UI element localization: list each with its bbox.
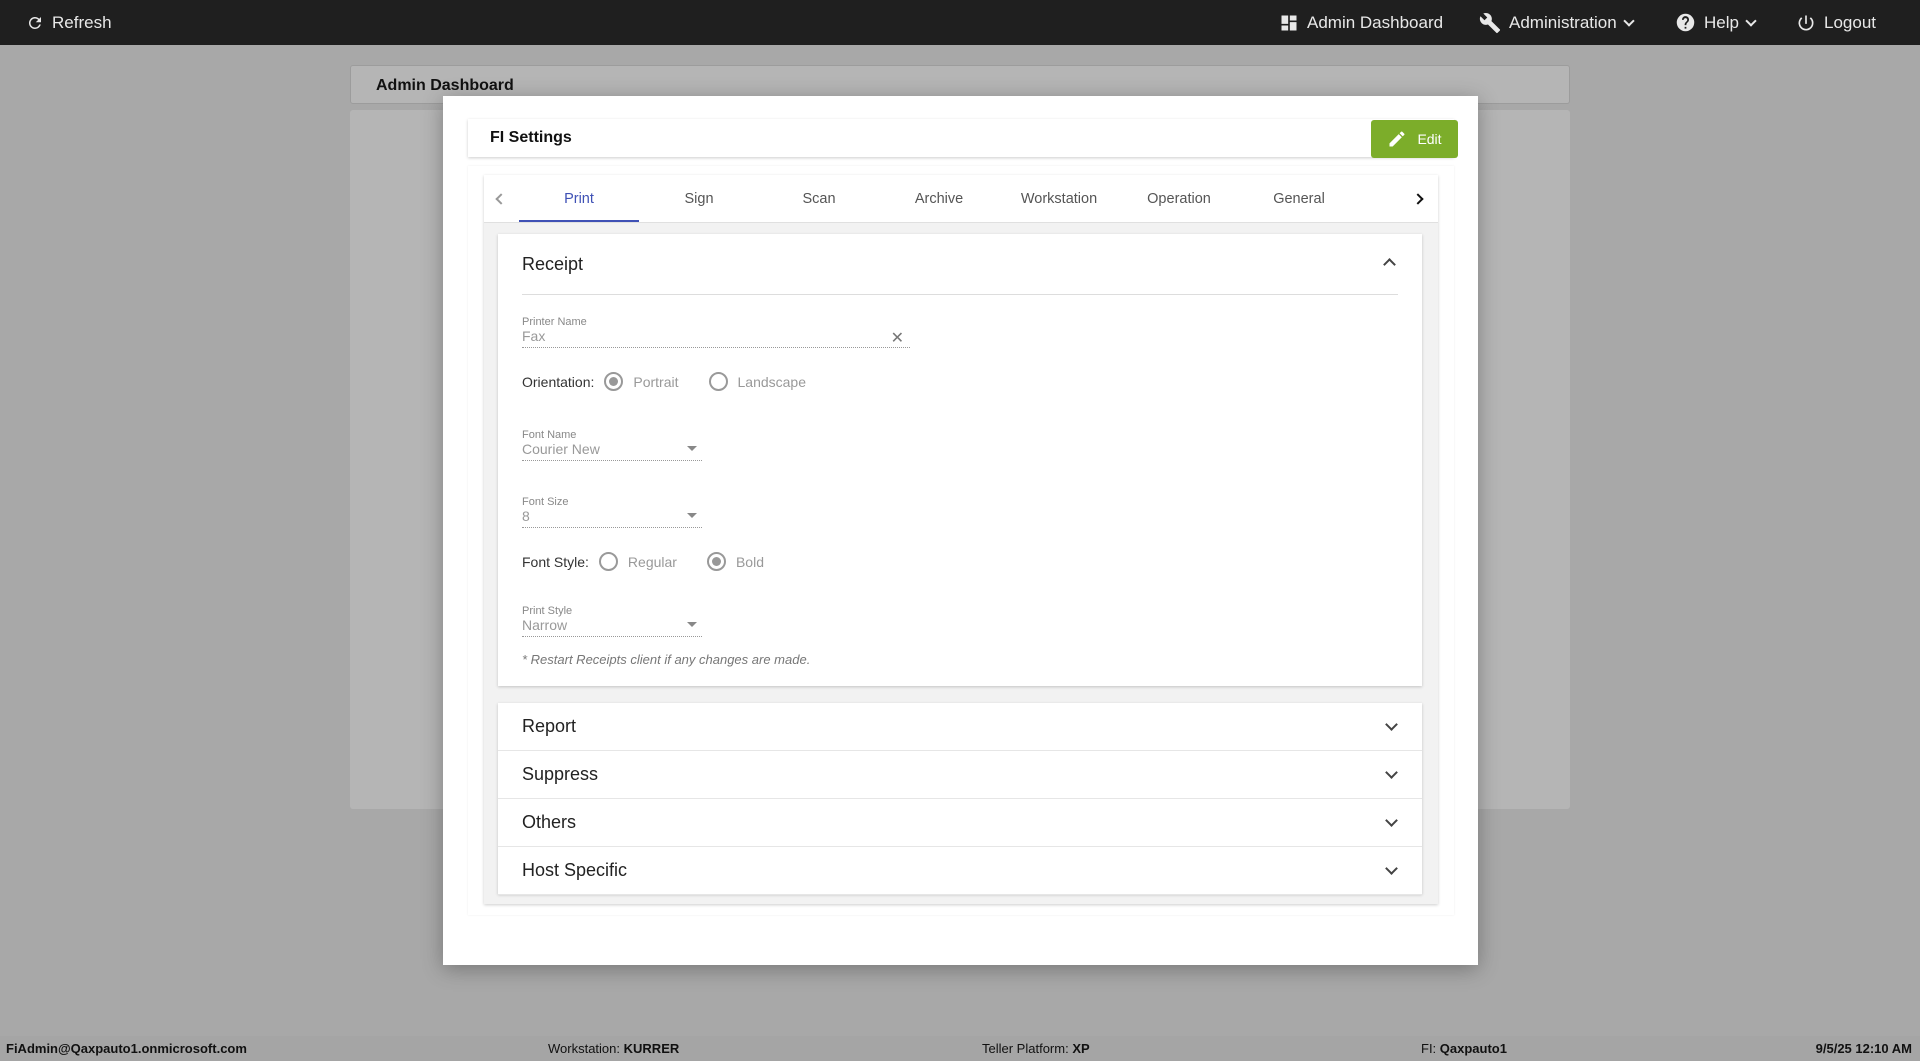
tab-print[interactable]: Print	[519, 175, 639, 222]
tab-workstation[interactable]: Workstation	[999, 175, 1119, 222]
tab-scroll-left-icon[interactable]	[495, 193, 507, 205]
dashboard-icon	[1281, 15, 1297, 30]
fi-label: FI:	[1421, 1041, 1437, 1056]
printer-name-field[interactable]: Printer Name Fax ✕	[522, 316, 910, 348]
print-style-value: Narrow	[522, 617, 568, 633]
section-report[interactable]: Report	[498, 703, 1422, 751]
font-size-value: 8	[522, 508, 530, 524]
platform-label: Teller Platform:	[982, 1041, 1069, 1056]
receipt-panel: Receipt Printer Name Fax ✕ Orientation: …	[498, 234, 1422, 686]
help-label: Help	[1704, 12, 1739, 32]
dropdown-arrow-icon	[687, 513, 697, 518]
tab-scan[interactable]: Scan	[759, 175, 879, 222]
tab-general[interactable]: General	[1239, 175, 1359, 222]
section-suppress[interactable]: Suppress	[498, 751, 1422, 799]
workstation-value: KURRER	[623, 1041, 680, 1056]
font-style-label: Font Style:	[522, 553, 589, 570]
regular-label: Regular	[627, 553, 677, 570]
section-others[interactable]: Others	[498, 799, 1422, 847]
top-nav-bar: Refresh Admin Dashboard Administration H…	[0, 0, 1920, 45]
fi-info: FI: Qaxpauto1	[1421, 1041, 1507, 1056]
bold-label: Bold	[735, 553, 764, 570]
logout-button[interactable]: Logout	[1796, 0, 1876, 45]
tab-sign[interactable]: Sign	[639, 175, 759, 222]
administration-menu[interactable]: Administration	[1479, 0, 1635, 45]
section-title: Report	[522, 716, 577, 736]
font-size-label: Font Size	[522, 496, 569, 508]
section-title: Host Specific	[522, 860, 628, 880]
fi-settings-header: FI Settings	[468, 119, 1454, 157]
chevron-down-icon	[1385, 766, 1398, 779]
section-title: Suppress	[522, 764, 599, 784]
pencil-icon	[1389, 131, 1405, 147]
administration-label: Administration	[1509, 12, 1617, 32]
portrait-label: Portrait	[633, 373, 679, 390]
orientation-group: Orientation: Portrait Landscape	[522, 372, 806, 391]
restart-note: * Restart Receipts client if any changes…	[522, 652, 811, 667]
regular-radio[interactable]	[598, 552, 618, 571]
divider	[522, 294, 1398, 295]
orientation-label: Orientation:	[522, 373, 595, 390]
landscape-radio[interactable]	[708, 372, 728, 391]
refresh-button[interactable]: Refresh	[26, 0, 112, 45]
tab-archive[interactable]: Archive	[879, 175, 999, 222]
admin-dashboard-link[interactable]: Admin Dashboard	[1279, 0, 1443, 45]
admin-dashboard-label: Admin Dashboard	[1307, 12, 1444, 32]
font-style-group: Font Style: Regular Bold	[522, 552, 764, 571]
landscape-label: Landscape	[737, 373, 807, 390]
refresh-icon	[28, 16, 41, 29]
section-title: Others	[522, 812, 577, 832]
power-icon	[1798, 15, 1814, 31]
logout-label: Logout	[1824, 12, 1876, 32]
font-size-select[interactable]: Font Size 8	[522, 496, 702, 528]
datetime: 9/5/25 12:10 AM	[1815, 1041, 1912, 1056]
chevron-down-icon	[1385, 862, 1398, 875]
workstation-label: Workstation:	[548, 1041, 621, 1056]
workstation-info: Workstation: KURRER	[548, 1041, 679, 1056]
fi-value: Qaxpauto1	[1439, 1041, 1507, 1056]
dialog-title: FI Settings	[490, 129, 572, 146]
chevron-down-icon	[1623, 14, 1635, 27]
dropdown-arrow-icon	[687, 622, 697, 627]
chevron-down-icon	[1385, 718, 1398, 731]
printer-name-value: Fax	[522, 328, 546, 344]
tab-scroll-right-button[interactable]	[1406, 175, 1438, 222]
chevron-down-icon	[1385, 814, 1398, 827]
collapsed-sections: Report Suppress Others Host Specific	[498, 703, 1422, 895]
dropdown-arrow-icon	[687, 446, 697, 451]
platform-info: Teller Platform: XP	[982, 1041, 1090, 1056]
chevron-down-icon	[1745, 14, 1757, 27]
refresh-label: Refresh	[52, 12, 112, 32]
print-style-select[interactable]: Print Style Narrow	[522, 605, 702, 637]
chevron-up-icon[interactable]	[1383, 258, 1396, 271]
chevron-right-icon	[1412, 193, 1424, 205]
font-name-label: Font Name	[522, 429, 577, 441]
section-host-specific[interactable]: Host Specific	[498, 847, 1422, 895]
status-bar: FiAdmin@Qaxpauto1.onmicrosoft.com Workst…	[0, 1036, 1920, 1061]
fi-settings-dialog: FI Settings Edit Print Sign Scan Archive Wor…	[443, 96, 1478, 965]
wrench-icon	[1479, 12, 1501, 33]
clear-icon[interactable]: ✕	[891, 328, 904, 348]
print-style-label: Print Style	[522, 605, 573, 617]
tab-operation[interactable]: Operation	[1119, 175, 1239, 222]
help-menu[interactable]: Help	[1675, 0, 1757, 45]
edit-button[interactable]: Edit	[1371, 120, 1458, 158]
font-name-select[interactable]: Font Name Courier New	[522, 429, 702, 461]
edit-label: Edit	[1417, 131, 1442, 147]
user-email: FiAdmin@Qaxpauto1.onmicrosoft.com	[6, 1041, 247, 1056]
help-icon	[1676, 13, 1695, 32]
platform-value: XP	[1072, 1041, 1090, 1056]
admin-dashboard-title: Admin Dashboard	[376, 77, 514, 94]
bold-radio[interactable]	[706, 552, 726, 571]
tab-bar: Print Sign Scan Archive Workstation Operation…	[484, 175, 1438, 223]
settings-container: Print Sign Scan Archive Workstation Operation…	[468, 166, 1454, 915]
receipt-title[interactable]: Receipt	[522, 254, 583, 275]
portrait-radio[interactable]	[604, 372, 624, 391]
font-name-value: Courier New	[522, 441, 600, 457]
active-tab-indicator	[519, 220, 639, 222]
printer-name-label: Printer Name	[522, 316, 587, 328]
settings-tabs-card: Print Sign Scan Archive Workstation Operation…	[484, 175, 1438, 904]
